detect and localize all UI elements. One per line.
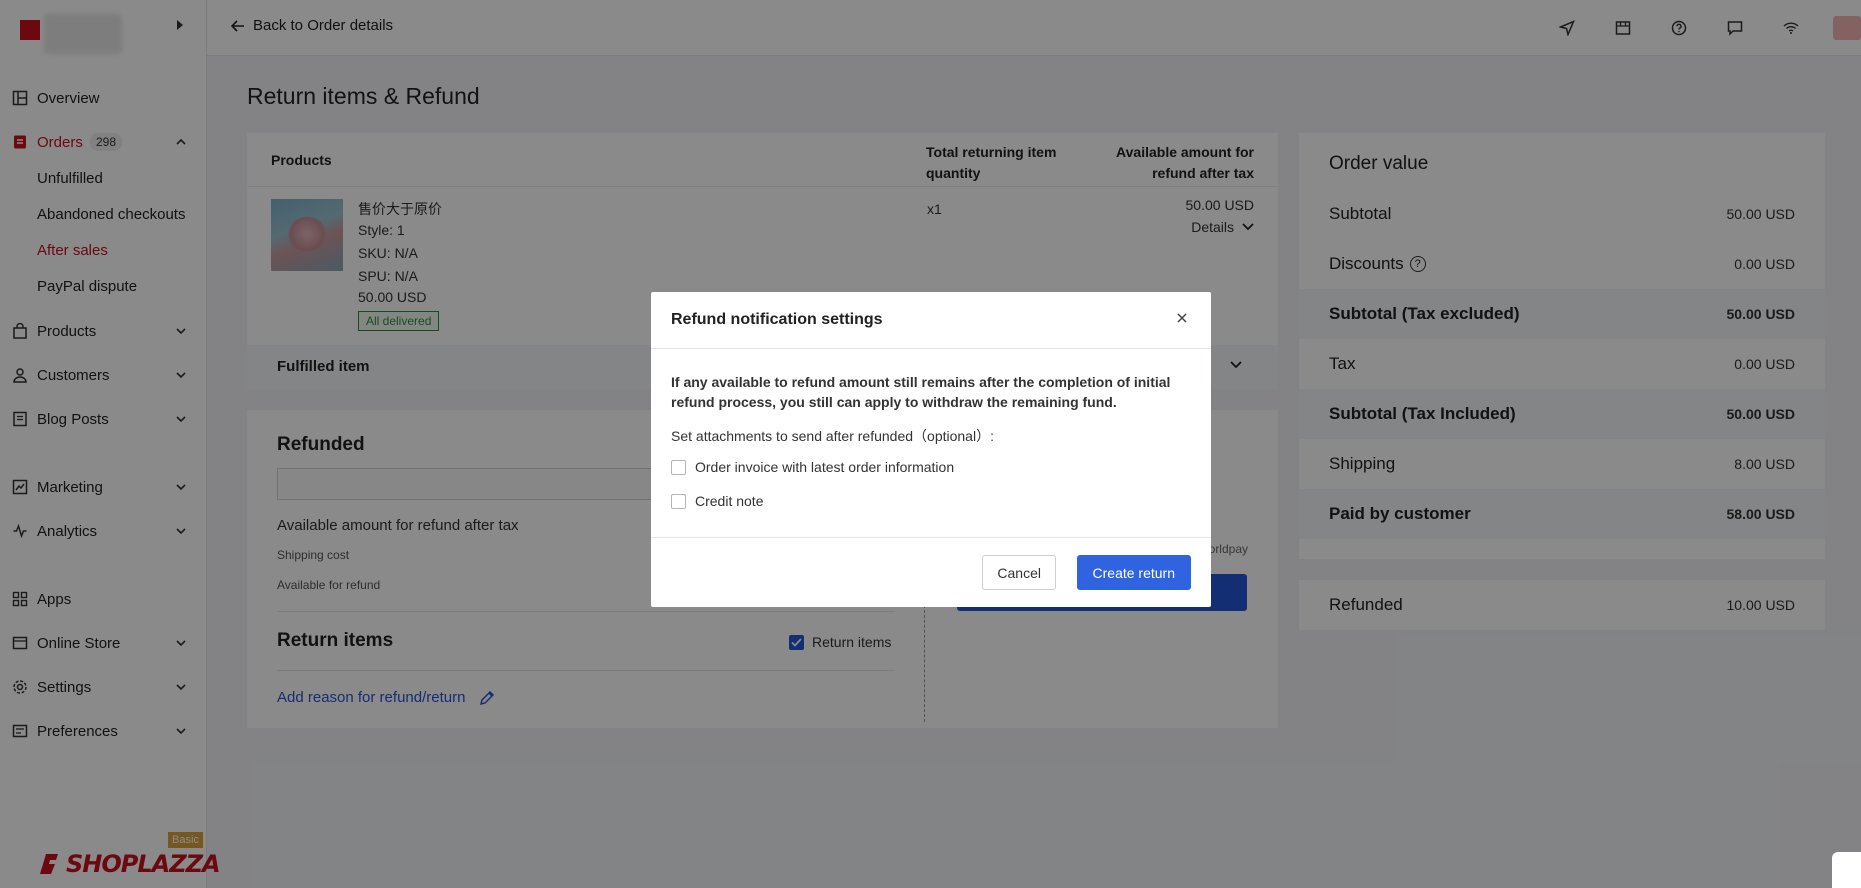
modal-footer: Cancel Create return [651, 537, 1211, 607]
modal-title: Refund notification settings [671, 311, 883, 328]
attachments-label: Set attachments to send after refunded（o… [671, 428, 994, 444]
cancel-button[interactable]: Cancel [982, 555, 1056, 590]
checkbox-unchecked-icon [671, 459, 686, 475]
create-return-button[interactable]: Create return [1076, 555, 1191, 590]
checkbox-unchecked-icon [671, 493, 686, 509]
refund-notification-modal: Refund notification settings If any avai… [651, 292, 1211, 607]
close-icon[interactable] [1173, 309, 1191, 327]
order-invoice-label: Order invoice with latest order informat… [695, 459, 955, 475]
order-invoice-checkbox[interactable]: Order invoice with latest order informat… [671, 459, 1191, 475]
modal-body: If any available to refund amount still … [671, 372, 1191, 509]
floating-widget[interactable] [1832, 852, 1861, 888]
credit-note-checkbox[interactable]: Credit note [671, 493, 1191, 509]
modal-header: Refund notification settings [651, 292, 1211, 349]
credit-note-label: Credit note [695, 493, 764, 509]
modal-info-text: If any available to refund amount still … [671, 374, 1171, 410]
